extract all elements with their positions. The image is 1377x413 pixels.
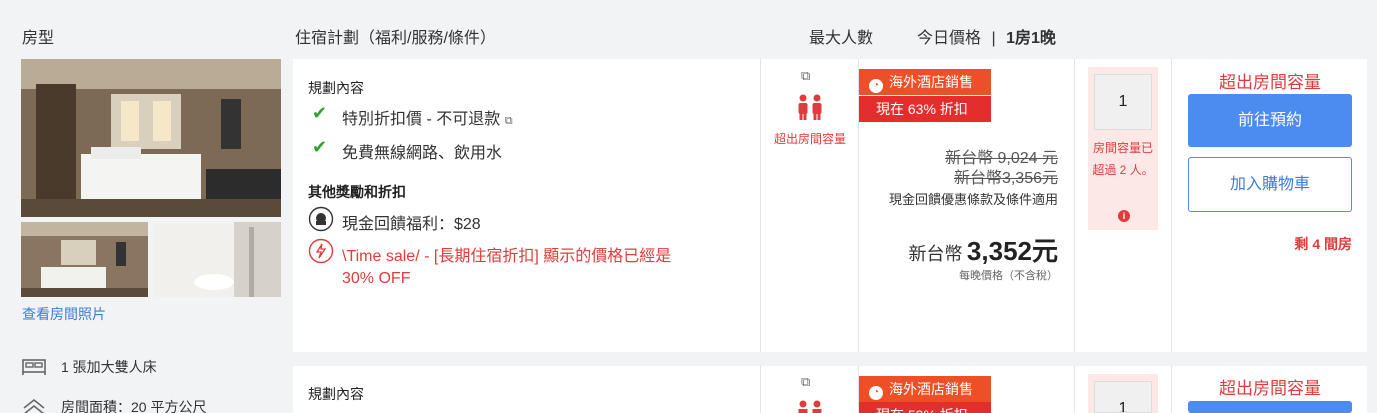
price-note: 每晚價格（不含稅）: [959, 270, 1058, 282]
plan-item-wifi: 免費無線網路、飲用水: [342, 145, 503, 162]
info-icon[interactable]: i: [1118, 210, 1130, 222]
amenity-area: 房間面積：20 平方公尺: [61, 399, 207, 413]
area-icon: [21, 396, 47, 413]
today-price-header: 今日價格 | 1房1晚: [917, 30, 1056, 47]
qty-capacity-warning: 房間容量已超過 2 人。: [1092, 141, 1154, 177]
current-price: 新台幣 3,352元: [908, 236, 1058, 266]
plan-content-title: 規劃內容: [308, 386, 364, 402]
max-guests-header: 最大人數: [809, 30, 874, 47]
rooms-left: 剩 4 間房: [1294, 236, 1352, 252]
guests-icon: [796, 93, 824, 126]
bed-icon: [21, 354, 47, 381]
time-sale-discount: 30% OFF: [342, 270, 411, 287]
book-now-button[interactable]: [1188, 401, 1352, 413]
copy-icon[interactable]: ⧉: [801, 68, 810, 84]
discount-badge: 現在 59% 折扣: [859, 402, 991, 413]
capacity-exceeded-title: 超出房間容量: [1219, 73, 1321, 92]
clock-icon: ◔: [869, 386, 883, 400]
quantity-select[interactable]: 1: [1094, 381, 1152, 413]
check-icon: ✔: [312, 103, 328, 123]
previous-price: 新台幣3,356元: [953, 170, 1058, 187]
room-thumb-2[interactable]: [154, 222, 281, 297]
divider: [1074, 366, 1075, 413]
cashback-text: 現金回饋福利：$28: [342, 216, 481, 233]
time-sale-text: \Time sale/ - [長期住宿折扣] 顯示的價格已經是: [342, 248, 672, 265]
divider: [760, 366, 761, 413]
room-thumb-1[interactable]: [21, 222, 148, 297]
room-main-photo[interactable]: [21, 59, 281, 217]
guests-over-capacity: 超出房間容量: [773, 132, 846, 146]
cashback-terms-link[interactable]: 現金回饋優惠條款及條件適用: [866, 188, 1058, 212]
overseas-sale-badge: ◔ 海外酒店銷售: [859, 376, 991, 402]
quantity-select[interactable]: 1: [1094, 74, 1152, 130]
divider: [760, 59, 761, 352]
clock-icon: ◔: [869, 79, 883, 93]
discount-badge: 現在 63% 折扣: [859, 96, 991, 122]
room-type-header: 房型: [22, 30, 55, 47]
external-link-icon[interactable]: ⧉: [505, 115, 513, 127]
copy-icon[interactable]: ⧉: [801, 374, 810, 390]
overseas-sale-badge: ◔ 海外酒店銷售: [859, 69, 991, 95]
divider: [1074, 59, 1075, 352]
cashback-icon: [308, 206, 334, 237]
view-room-photos-link[interactable]: 查看房間照片: [22, 304, 106, 324]
capacity-exceeded-title: 超出房間容量: [1219, 379, 1321, 398]
plan-item-discount[interactable]: 特別折扣價 - 不可退款 ⧉: [342, 105, 513, 129]
divider: [1171, 59, 1172, 352]
add-to-cart-button[interactable]: 加入購物車: [1188, 157, 1352, 212]
plan-header: 住宿計劃（福利/服務/條件）: [295, 30, 496, 47]
divider: [1171, 366, 1172, 413]
plan-content-title: 規劃內容: [308, 80, 364, 96]
check-icon: ✔: [312, 137, 328, 157]
book-now-button[interactable]: 前往預約: [1188, 94, 1352, 147]
lightning-icon: [308, 238, 334, 269]
rewards-title: 其他獎勵和折扣: [308, 184, 406, 200]
guests-icon: [796, 399, 824, 413]
amenity-bed: 1 張加大雙人床: [61, 359, 157, 375]
